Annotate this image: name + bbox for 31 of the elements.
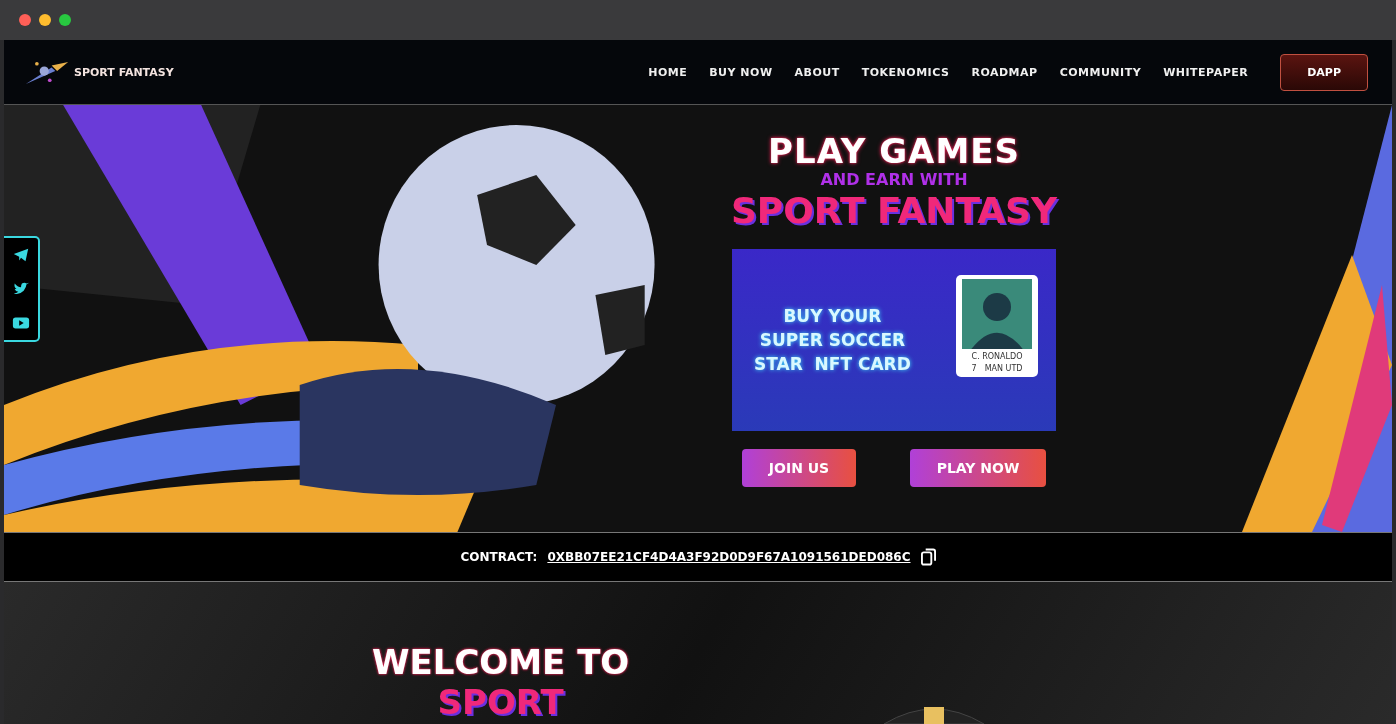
close-icon[interactable] xyxy=(19,14,31,26)
contract-address-link[interactable]: 0XBB07EE21CF4D4A3F92D0D9F67A1091561DED086C xyxy=(547,550,911,564)
hero-subtitle: AND EARN WITH xyxy=(820,171,968,189)
player-avatar-icon xyxy=(960,279,1034,349)
banner-text: SUPER SOCCER xyxy=(759,330,906,350)
nav-link[interactable]: ABOUT xyxy=(794,65,840,79)
welcome-brand-title: SPORT xyxy=(437,682,564,722)
copy-icon[interactable] xyxy=(920,548,936,566)
hero-button[interactable]: JOIN US xyxy=(742,449,856,487)
banner-text: BUY YOUR xyxy=(783,306,882,326)
dapp-button[interactable]: DAPP xyxy=(1280,53,1368,91)
contract-label: CONTRACT: xyxy=(460,550,538,564)
nav-link[interactable]: ROADMAP xyxy=(971,65,1038,79)
hero-title: PLAY GAMES xyxy=(768,131,1020,171)
welcome-title: WELCOME TO xyxy=(372,642,630,682)
nft-card-banner[interactable]: BUY YOUR SUPER SOCCER STAR NFT CARD C. RONALDO 7 MAN UTD xyxy=(732,249,1056,431)
telegram-icon[interactable] xyxy=(12,246,30,264)
nav-link[interactable]: TOKENOMICS xyxy=(861,65,950,79)
player-number: 7 xyxy=(971,364,977,373)
nav-link[interactable]: COMMUNITY xyxy=(1059,65,1142,79)
nav-link[interactable]: BUY NOW xyxy=(709,65,773,79)
hero-button[interactable]: PLAY NOW xyxy=(910,449,1046,487)
nav-link[interactable]: WHITEPAPER xyxy=(1163,65,1249,79)
hero-brand-title: SPORT FANTASY xyxy=(730,189,1058,233)
banner-text: STAR NFT CARD xyxy=(754,354,911,374)
nav-link[interactable]: HOME xyxy=(648,65,688,79)
brand-name[interactable]: SPORT FANTASY xyxy=(74,65,174,79)
maximize-icon[interactable] xyxy=(59,14,71,26)
player-team: MAN UTD xyxy=(984,364,1023,373)
player-name: C. RONALDO xyxy=(971,352,1023,361)
minimize-icon[interactable] xyxy=(39,14,51,26)
